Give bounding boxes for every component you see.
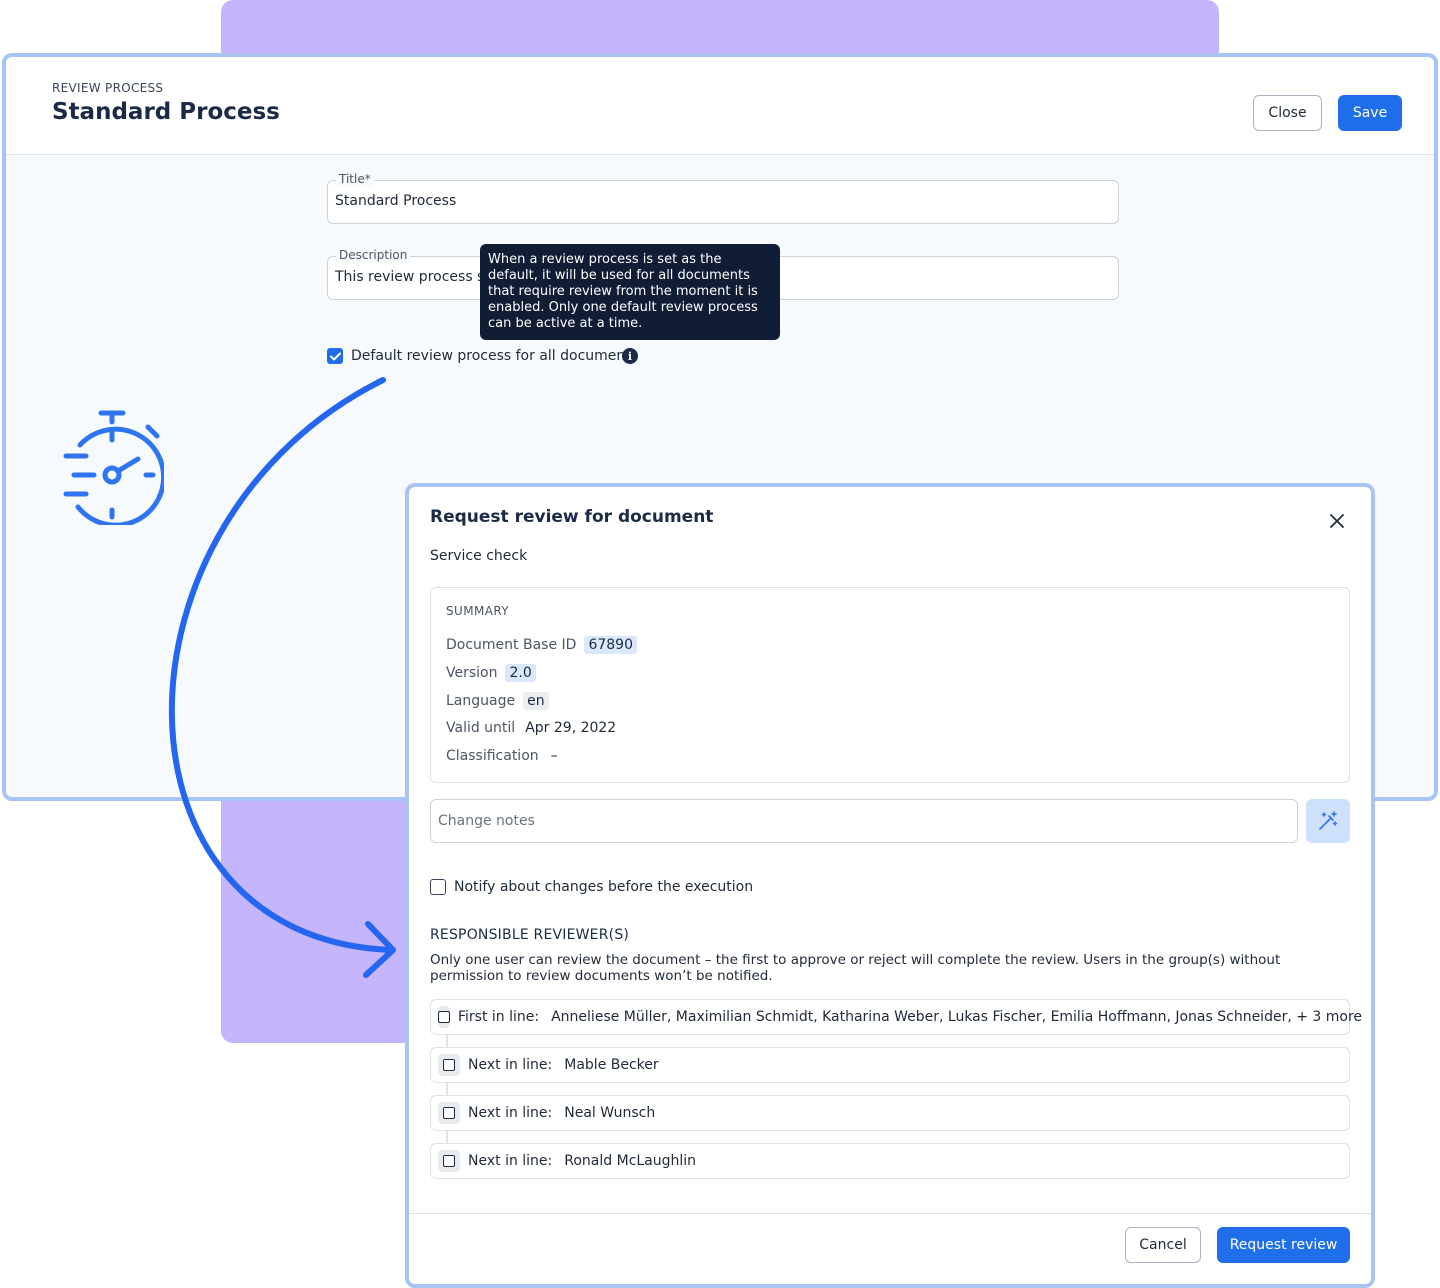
- modal-title: Request review for document: [430, 507, 714, 527]
- reviewer-connector: [446, 1131, 448, 1143]
- reviewer-checkbox[interactable]: [438, 1102, 460, 1124]
- cancel-button[interactable]: Cancel: [1125, 1227, 1201, 1263]
- summary-value: –: [550, 748, 558, 764]
- summary-key: Document Base ID: [446, 637, 577, 653]
- reviewer-connector: [446, 1083, 448, 1095]
- reviewer-names: Ronald McLaughlin: [564, 1153, 697, 1169]
- reviewer-order: Next in line:: [468, 1057, 553, 1073]
- request-review-button[interactable]: Request review: [1217, 1227, 1350, 1263]
- summary-value: Apr 29, 2022: [525, 720, 617, 736]
- summary-key: Valid until: [446, 720, 516, 736]
- reviewer-order: Next in line:: [468, 1153, 553, 1169]
- reviewer-checkbox[interactable]: [438, 1150, 460, 1172]
- summary-value: 2.0: [505, 664, 536, 682]
- document-name: Service check: [430, 548, 528, 564]
- reviewer-names: Neal Wunsch: [564, 1105, 656, 1121]
- summary-row-version: Version 2.0: [446, 664, 536, 682]
- notify-label: Notify about changes before the executio…: [454, 879, 754, 895]
- summary-value: en: [523, 692, 549, 710]
- reviewer-row[interactable]: First in line: Anneliese Müller, Maximil…: [430, 999, 1362, 1035]
- summary-row-valid-until: Valid until Apr 29, 2022: [446, 720, 616, 736]
- reviewer-checkbox[interactable]: [438, 1006, 450, 1028]
- reviewer-connector: [446, 1035, 448, 1047]
- summary-row-classification: Classification –: [446, 748, 558, 764]
- reviewers-heading: RESPONSIBLE REVIEWER(S): [430, 927, 630, 943]
- change-notes-placeholder: Change notes: [438, 813, 535, 829]
- reviewer-names: Anneliese Müller, Maximilian Schmidt, Ka…: [551, 1009, 1363, 1025]
- summary-row-document-id: Document Base ID 67890: [446, 636, 637, 654]
- reviewer-order: Next in line:: [468, 1105, 553, 1121]
- summary-key: Classification: [446, 748, 539, 764]
- reviewer-row[interactable]: Next in line: Mable Becker: [430, 1047, 1350, 1083]
- change-notes-input[interactable]: Change notes: [430, 799, 1298, 843]
- reviewers-description: Only one user can review the document – …: [430, 952, 1281, 984]
- reviewer-row[interactable]: Next in line: Ronald McLaughlin: [430, 1143, 1350, 1179]
- reviewer-row[interactable]: Next in line: Neal Wunsch: [430, 1095, 1350, 1131]
- summary-heading: SUMMARY: [446, 604, 510, 618]
- ai-suggest-button[interactable]: [1306, 799, 1350, 843]
- summary-row-language: Language en: [446, 692, 549, 710]
- summary-value: 67890: [584, 636, 637, 654]
- request-review-modal: Request review for document Service chec…: [405, 483, 1375, 1288]
- reviewer-names: Mable Becker: [564, 1057, 659, 1073]
- magic-wand-icon: [1319, 811, 1338, 830]
- reviewer-checkbox[interactable]: [438, 1054, 460, 1076]
- notify-checkbox[interactable]: [430, 879, 446, 895]
- summary-key: Version: [446, 665, 498, 681]
- summary-key: Language: [446, 693, 516, 709]
- modal-footer-divider: [409, 1213, 1371, 1214]
- summary-box: SUMMARY Document Base ID 67890 Version 2…: [430, 587, 1350, 783]
- reviewer-order: First in line:: [458, 1009, 540, 1025]
- close-icon[interactable]: [1329, 513, 1345, 529]
